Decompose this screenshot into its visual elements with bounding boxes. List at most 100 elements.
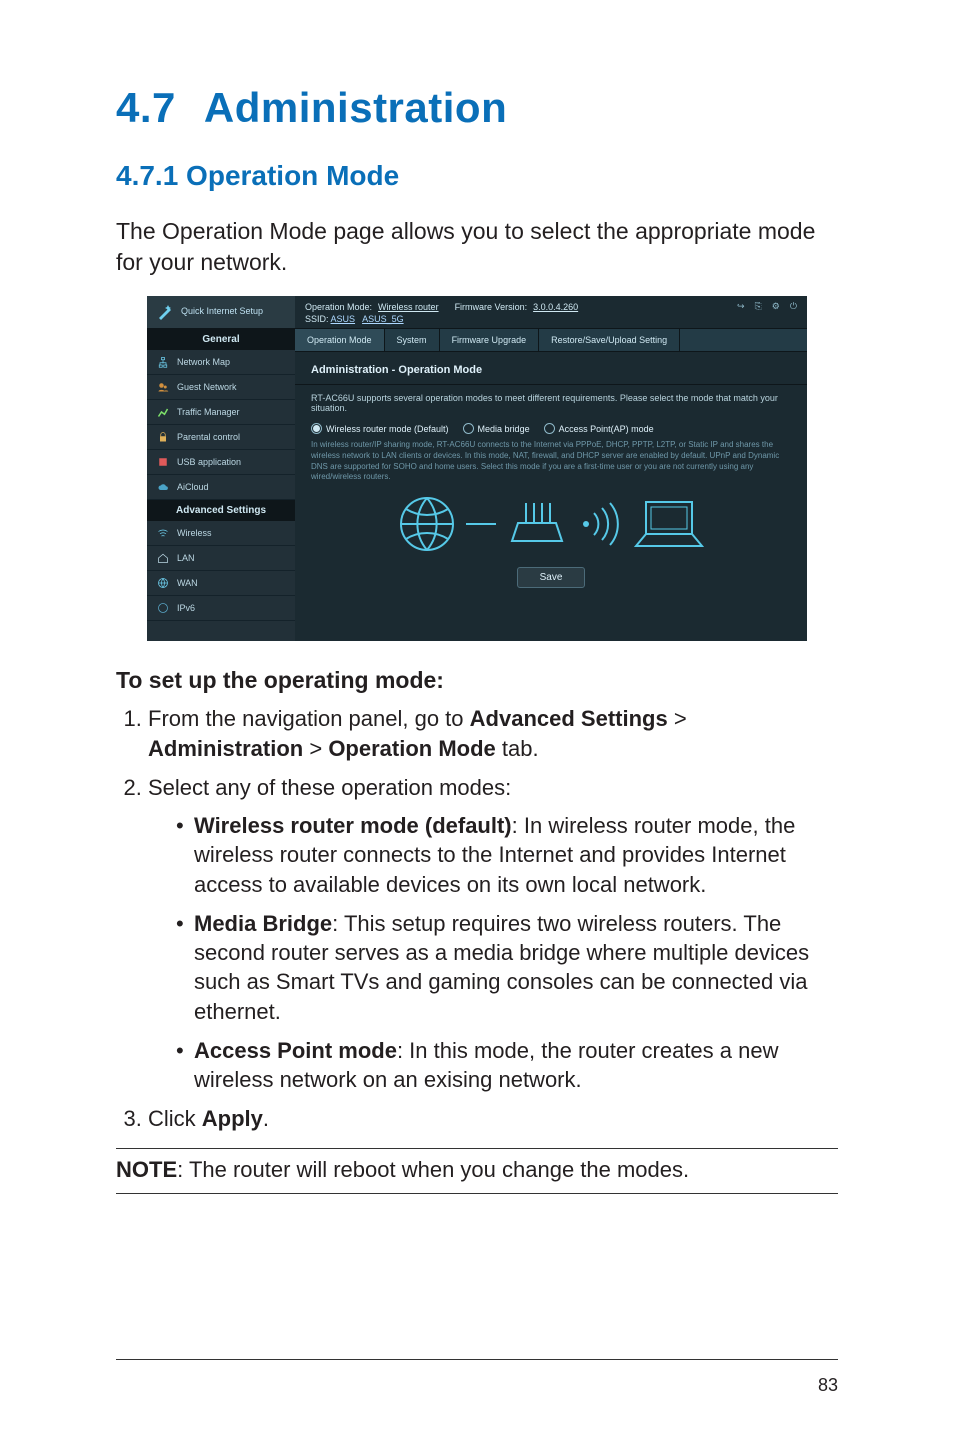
radio-label: Media bridge — [478, 424, 530, 434]
step-bold: Operation Mode — [328, 736, 495, 761]
radio-access-point[interactable]: Access Point(AP) mode — [544, 423, 654, 434]
laptop-icon — [634, 498, 704, 550]
note-rule-bottom — [116, 1193, 838, 1194]
note-paragraph: NOTE: The router will reboot when you ch… — [116, 1157, 838, 1183]
topbar-fw-value[interactable]: 3.0.0.4.260 — [533, 302, 578, 312]
step-bold: Advanced Settings — [470, 706, 668, 731]
copy-icon[interactable]: ⎘ — [755, 301, 762, 312]
mode-media-bridge: Media Bridge: This setup requires two wi… — [176, 909, 838, 1026]
sidebar-item-wireless[interactable]: Wireless — [147, 521, 295, 546]
note-rule-top — [116, 1148, 838, 1149]
ssid-2[interactable]: ASUS_5G — [362, 314, 404, 324]
sidebar-item-usb-application[interactable]: USB application — [147, 450, 295, 475]
step-text: > — [668, 706, 687, 731]
radio-dot-icon — [544, 423, 555, 434]
globe-alt-icon — [157, 602, 169, 614]
step-text: From the navigation panel, go to — [148, 706, 470, 731]
power-icon[interactable]: ⏻ — [790, 301, 797, 312]
steps-list: From the navigation panel, go to Advance… — [122, 704, 838, 1134]
section-number: 4.7 — [116, 84, 176, 132]
globe-icon — [157, 577, 169, 589]
ssid-label: SSID: — [305, 314, 329, 324]
network-icon — [157, 356, 169, 368]
modes-list: Wireless router mode (default): In wirel… — [148, 811, 838, 1094]
step-1: From the navigation panel, go to Advance… — [148, 704, 838, 763]
radio-dot-icon — [463, 423, 474, 434]
ssid-1[interactable]: ASUS — [331, 314, 356, 324]
sidebar-item-label: IPv6 — [177, 603, 195, 613]
radio-label: Wireless router mode (Default) — [326, 424, 449, 434]
sidebar-item-label: Parental control — [177, 432, 240, 442]
logout-icon[interactable]: ↪ — [737, 301, 745, 312]
sidebar-item-network-map[interactable]: Network Map — [147, 350, 295, 375]
sidebar-item-label: Network Map — [177, 357, 230, 367]
sidebar-section-general: General — [147, 329, 295, 350]
sidebar-item-label: WAN — [177, 578, 198, 588]
step-text: > — [303, 736, 328, 761]
sidebar-item-guest-network[interactable]: Guest Network — [147, 375, 295, 400]
sidebar-item-label: Traffic Manager — [177, 407, 240, 417]
sidebar: Quick Internet Setup General Network Map… — [147, 296, 295, 641]
mode-access-point: Access Point mode: In this mode, the rou… — [176, 1036, 838, 1095]
tab-firmware-upgrade[interactable]: Firmware Upgrade — [440, 329, 540, 351]
tab-restore-save-upload[interactable]: Restore/Save/Upload Setting — [539, 329, 680, 351]
operation-mode-radios: Wireless router mode (Default) Media bri… — [311, 423, 791, 434]
wifi-icon — [157, 527, 169, 539]
content-title: Administration - Operation Mode — [311, 364, 791, 376]
router-icon — [506, 501, 568, 547]
users-icon — [157, 381, 169, 393]
ssid-line: SSID: ASUS ASUS_5G — [295, 314, 807, 328]
divider — [295, 384, 807, 385]
sidebar-item-label: USB application — [177, 457, 241, 467]
sidebar-item-ipv6[interactable]: IPv6 — [147, 596, 295, 621]
page-number: 83 — [818, 1375, 838, 1396]
section-heading: 4.7 Administration — [116, 84, 838, 132]
wand-icon — [157, 304, 173, 320]
subsection-heading: 4.7.1 Operation Mode — [116, 160, 838, 192]
step-text: . — [263, 1106, 269, 1131]
intro-paragraph: The Operation Mode page allows you to se… — [116, 216, 838, 278]
sidebar-item-quick-internet-setup[interactable]: Quick Internet Setup — [147, 296, 295, 329]
tab-system[interactable]: System — [385, 329, 440, 351]
signal-icon — [578, 501, 624, 547]
content-area: Administration - Operation Mode RT-AC66U… — [295, 352, 807, 641]
sidebar-item-parental-control[interactable]: Parental control — [147, 425, 295, 450]
main-panel: Operation Mode: Wireless router Firmware… — [295, 296, 807, 641]
save-button[interactable]: Save — [517, 567, 586, 588]
qis-label: Quick Internet Setup — [181, 307, 263, 317]
topbar-fw-label: Firmware Version: — [455, 302, 528, 312]
footer-rule — [116, 1359, 838, 1360]
tab-operation-mode[interactable]: Operation Mode — [295, 329, 385, 351]
topbar-mode-value[interactable]: Wireless router — [378, 302, 439, 312]
step-text: Select any of these operation modes: — [148, 775, 511, 800]
sidebar-item-traffic-manager[interactable]: Traffic Manager — [147, 400, 295, 425]
sidebar-item-label: Guest Network — [177, 382, 237, 392]
step-text: Click — [148, 1106, 202, 1131]
section-title: Administration — [204, 84, 507, 131]
radio-media-bridge[interactable]: Media bridge — [463, 423, 530, 434]
line-icon — [466, 519, 496, 529]
step-bold: Administration — [148, 736, 303, 761]
usb-icon — [157, 456, 169, 468]
content-description: RT-AC66U supports several operation mode… — [311, 393, 791, 413]
lock-icon — [157, 431, 169, 443]
mode-name: Wireless router mode (default) — [194, 813, 512, 838]
sidebar-item-lan[interactable]: LAN — [147, 546, 295, 571]
sidebar-item-label: AiCloud — [177, 482, 209, 492]
radio-label: Access Point(AP) mode — [559, 424, 654, 434]
sidebar-item-aicloud[interactable]: AiCloud — [147, 475, 295, 500]
tab-row: Operation Mode System Firmware Upgrade R… — [295, 328, 807, 352]
sidebar-item-label: Wireless — [177, 528, 212, 538]
router-admin-screenshot: Quick Internet Setup General Network Map… — [147, 296, 807, 641]
step-text: tab. — [496, 736, 539, 761]
note-text: : The router will reboot when you change… — [177, 1157, 689, 1182]
sidebar-section-advanced: Advanced Settings — [147, 500, 295, 521]
mode-wireless-router: Wireless router mode (default): In wirel… — [176, 811, 838, 899]
settings-icon[interactable]: ⚙ — [772, 301, 780, 312]
step-3: Click Apply. — [148, 1104, 838, 1134]
mode-name: Access Point mode — [194, 1038, 397, 1063]
globe-large-icon — [398, 495, 456, 553]
sidebar-item-wan[interactable]: WAN — [147, 571, 295, 596]
radio-wireless-router[interactable]: Wireless router mode (Default) — [311, 423, 449, 434]
network-diagram — [311, 495, 791, 553]
